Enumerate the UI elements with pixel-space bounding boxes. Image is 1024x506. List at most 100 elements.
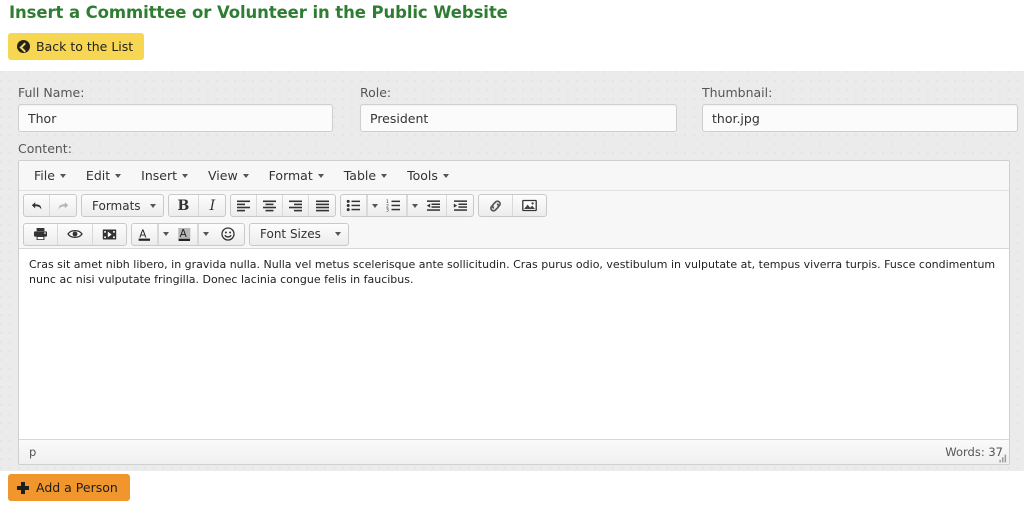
- insert-image-button[interactable]: [513, 195, 546, 216]
- numbered-list-button[interactable]: 1 2 3: [381, 195, 408, 216]
- chevron-down-icon: [115, 173, 122, 178]
- chevron-down-icon: [442, 173, 449, 178]
- menu-table[interactable]: Table: [334, 165, 397, 187]
- output-button-group: [23, 222, 127, 246]
- menu-tools[interactable]: Tools: [397, 165, 459, 187]
- image-icon: [522, 199, 538, 212]
- chevron-down-icon: [59, 173, 66, 178]
- svg-text:A: A: [139, 228, 147, 240]
- resize-handle-icon[interactable]: [998, 454, 1007, 463]
- text-color-icon: A: [138, 228, 150, 241]
- editor-statusbar: p Words: 37: [19, 439, 1009, 464]
- alignment-button-group: [230, 194, 337, 217]
- background-color-button[interactable]: A: [172, 223, 198, 245]
- thumbnail-input[interactable]: [702, 104, 1018, 132]
- page-title: Insert a Committee or Volunteer in the P…: [9, 3, 508, 22]
- arrow-circle-left-icon: [17, 40, 30, 53]
- chevron-down-icon: [242, 173, 249, 178]
- text-color-options-button[interactable]: [158, 223, 172, 245]
- chevron-down-icon: [381, 173, 388, 178]
- chevron-down-icon: [335, 232, 341, 236]
- align-justify-icon: [315, 200, 329, 212]
- chevron-down-icon: [411, 203, 418, 208]
- bullet-list-options-button[interactable]: [367, 195, 381, 216]
- align-justify-button[interactable]: [309, 195, 335, 216]
- print-icon: [34, 228, 47, 240]
- numbered-list-options-button[interactable]: [407, 195, 421, 216]
- page-root: Insert a Committee or Volunteer in the P…: [0, 0, 1024, 506]
- emoticon-icon: [221, 227, 235, 241]
- menu-view[interactable]: View: [198, 165, 259, 187]
- editor-toolbar-row-1: Formats B I 1 2 3: [19, 191, 1009, 220]
- color-button-group: A A: [131, 222, 245, 246]
- italic-button[interactable]: I: [199, 195, 225, 216]
- link-icon: [490, 199, 502, 212]
- insert-media-button[interactable]: [93, 224, 126, 245]
- full-name-input[interactable]: [18, 104, 333, 132]
- redo-button[interactable]: [50, 195, 76, 216]
- numbered-list-icon: 1 2 3: [386, 199, 401, 212]
- align-left-icon: [237, 200, 251, 212]
- plus-icon: [17, 481, 29, 494]
- background-color-icon: A: [178, 227, 191, 241]
- font-sizes-label: Font Sizes: [260, 227, 321, 241]
- role-label: Role:: [360, 85, 392, 100]
- editor-content-paragraph: Cras sit amet nibh libero, in gravida nu…: [29, 258, 996, 286]
- menu-file[interactable]: File: [24, 165, 76, 187]
- bullet-list-button[interactable]: [341, 195, 368, 216]
- background-color-options-button[interactable]: [198, 223, 212, 245]
- print-button[interactable]: [24, 223, 58, 245]
- chevron-down-icon: [202, 232, 209, 236]
- align-right-button[interactable]: [283, 195, 310, 216]
- formats-dropdown[interactable]: Formats: [81, 194, 164, 217]
- align-right-icon: [289, 200, 303, 212]
- thumbnail-label: Thumbnail:: [702, 85, 773, 100]
- chevron-down-icon: [182, 173, 188, 178]
- content-label: Content:: [18, 141, 72, 156]
- menu-edit[interactable]: Edit: [76, 165, 131, 187]
- preview-button[interactable]: [58, 223, 93, 245]
- align-center-button[interactable]: [257, 195, 284, 216]
- svg-text:A: A: [180, 228, 188, 240]
- undo-button[interactable]: [24, 195, 50, 216]
- svg-text:3: 3: [386, 208, 389, 212]
- editor-content-area[interactable]: Cras sit amet nibh libero, in gravida nu…: [19, 249, 1009, 439]
- editor-menubar: File Edit Insert View Format Table Tools: [19, 161, 1009, 191]
- media-icon: [102, 229, 117, 239]
- align-center-icon: [263, 200, 277, 212]
- chevron-down-icon: [162, 232, 169, 236]
- text-color-button[interactable]: A: [132, 223, 158, 245]
- back-to-list-label: Back to the List: [36, 39, 134, 54]
- chevron-down-icon: [371, 203, 378, 208]
- outdent-icon: [427, 200, 441, 211]
- chevron-down-icon: [149, 203, 156, 208]
- list-indent-button-group: 1 2 3: [340, 194, 475, 217]
- element-path[interactable]: p: [29, 445, 36, 459]
- menu-insert-label: Insert: [141, 168, 177, 183]
- menu-tools-label: Tools: [407, 168, 438, 183]
- text-style-button-group: B I: [167, 194, 227, 217]
- redo-icon: [58, 201, 69, 210]
- outdent-button[interactable]: [421, 195, 448, 216]
- bold-button[interactable]: B: [169, 195, 200, 216]
- add-a-person-button[interactable]: Add a Person: [8, 474, 130, 501]
- align-left-button[interactable]: [231, 195, 258, 216]
- menu-view-label: View: [208, 168, 238, 183]
- menu-table-label: Table: [343, 168, 377, 183]
- chevron-down-icon: [317, 173, 324, 178]
- role-input[interactable]: [360, 104, 677, 132]
- insert-link-button[interactable]: [479, 195, 514, 216]
- emoticons-button[interactable]: [212, 224, 244, 245]
- font-sizes-dropdown[interactable]: Font Sizes: [249, 222, 349, 246]
- menu-insert[interactable]: Insert: [131, 165, 198, 187]
- back-to-list-button[interactable]: Back to the List: [8, 33, 145, 60]
- menu-format[interactable]: Format: [259, 165, 334, 187]
- history-button-group: [23, 194, 77, 217]
- menu-edit-label: Edit: [85, 168, 111, 183]
- formats-label: Formats: [92, 198, 141, 213]
- word-count: Words: 37: [945, 445, 1003, 459]
- full-name-label: Full Name:: [18, 85, 85, 100]
- bullet-list-icon: [347, 199, 361, 212]
- indent-button[interactable]: [447, 195, 473, 216]
- menu-format-label: Format: [268, 168, 313, 183]
